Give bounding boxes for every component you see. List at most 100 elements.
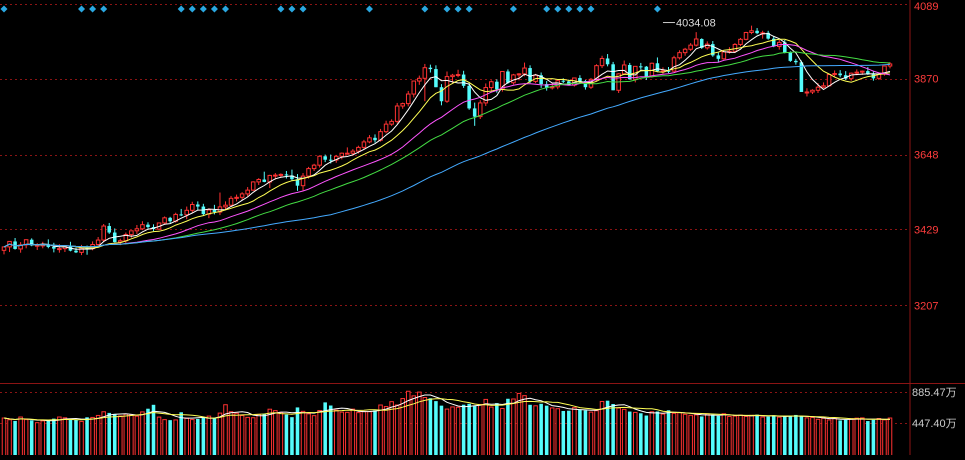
candle-body [417, 77, 422, 82]
volume-bar [633, 411, 638, 458]
candle-body [339, 152, 345, 157]
candle-body [561, 80, 566, 82]
candle-body [196, 204, 200, 207]
candle-body [422, 67, 428, 79]
volume-bar [228, 411, 234, 458]
volume-bar [356, 412, 361, 458]
volume-bar [716, 415, 721, 457]
candle-body [578, 77, 582, 82]
candle-body [168, 217, 172, 222]
candle-body [367, 137, 372, 143]
volume-bar [639, 413, 643, 457]
candle-body [389, 120, 394, 125]
candle-body [95, 239, 101, 246]
volume-bar [660, 413, 666, 458]
volume-bar [533, 405, 538, 458]
price-tick-label: 4089 [914, 1, 938, 13]
volume-bar [123, 413, 129, 458]
volume-bar [848, 418, 854, 458]
volume-bar [245, 416, 250, 458]
volume-bar [771, 415, 776, 457]
volume-bar [140, 411, 145, 458]
candle-body [57, 248, 62, 251]
candle-body [134, 228, 140, 232]
volume-bar [234, 412, 239, 458]
volume-bar [62, 417, 68, 458]
volume-bar [567, 410, 571, 457]
volume-bar [821, 417, 826, 458]
volume-bar [74, 419, 78, 457]
volume-bar [300, 410, 306, 458]
volume-bar [755, 414, 759, 457]
volume-bar [843, 419, 848, 457]
candle-body [605, 58, 610, 65]
volume-bar [34, 422, 40, 458]
volume-bar [876, 418, 882, 458]
volume-bar [693, 414, 699, 458]
volume-bar [23, 419, 29, 458]
volume-bar [711, 414, 715, 457]
volume-bar [860, 417, 865, 458]
volume-bar [749, 414, 754, 458]
volume-bar [866, 421, 870, 457]
candle-body [317, 155, 322, 166]
volume-bar [544, 405, 549, 457]
volume-bar [328, 405, 333, 457]
volume-bar [52, 418, 56, 457]
volume-bar [766, 416, 770, 457]
volume-bar [799, 416, 804, 457]
candle-body [400, 103, 405, 107]
candle-body [256, 179, 261, 183]
candle-body [455, 74, 461, 77]
volume-tick-label: 447.40万 [912, 418, 957, 430]
candle-body [821, 85, 826, 88]
volume-bar [284, 414, 289, 457]
candle-body [804, 91, 810, 94]
volume-bar [467, 403, 471, 457]
volume-bar [1, 417, 7, 458]
candle-body [234, 196, 239, 199]
volume-bar [428, 398, 433, 457]
volume-bar [7, 419, 12, 458]
volume-bar [146, 408, 150, 457]
candle-body [854, 71, 860, 74]
volume-bar [212, 418, 217, 457]
volume-bar [239, 415, 245, 458]
volume-bar [688, 414, 693, 458]
candle-body [511, 74, 516, 84]
candle-body [693, 38, 699, 46]
candle-body [361, 141, 367, 148]
volume-tick-label: 885.47万 [912, 387, 957, 399]
volume-bar [671, 412, 677, 458]
candle-body [721, 51, 727, 60]
candle-body [140, 224, 145, 230]
candle-body [311, 164, 317, 170]
volume-bar [655, 411, 660, 457]
volume-bar [256, 413, 261, 458]
volume-bar [649, 411, 655, 458]
volume-bar [838, 420, 842, 457]
candle-body [383, 123, 389, 133]
volume-bar [704, 413, 710, 458]
volume-bar [112, 413, 117, 457]
volume-bar [682, 413, 688, 458]
volume-bar [477, 403, 483, 458]
candle-body [223, 204, 228, 208]
volume-bar [345, 411, 350, 458]
volume-bar [422, 396, 428, 458]
candle-body [212, 209, 217, 213]
volume-bar [290, 417, 294, 457]
volume-bar [783, 416, 787, 457]
volume-bar [168, 420, 172, 457]
candle-body [162, 217, 167, 224]
volume-bar [483, 398, 489, 458]
candle-body [328, 159, 333, 161]
candle-body [411, 80, 417, 95]
candle-body [439, 87, 444, 102]
volume-bar [278, 412, 284, 458]
candle-body [129, 230, 134, 236]
volume-bar [184, 417, 190, 458]
candle-body [472, 108, 477, 117]
price-tick-label: 3429 [914, 224, 938, 236]
candle-body [832, 73, 837, 76]
